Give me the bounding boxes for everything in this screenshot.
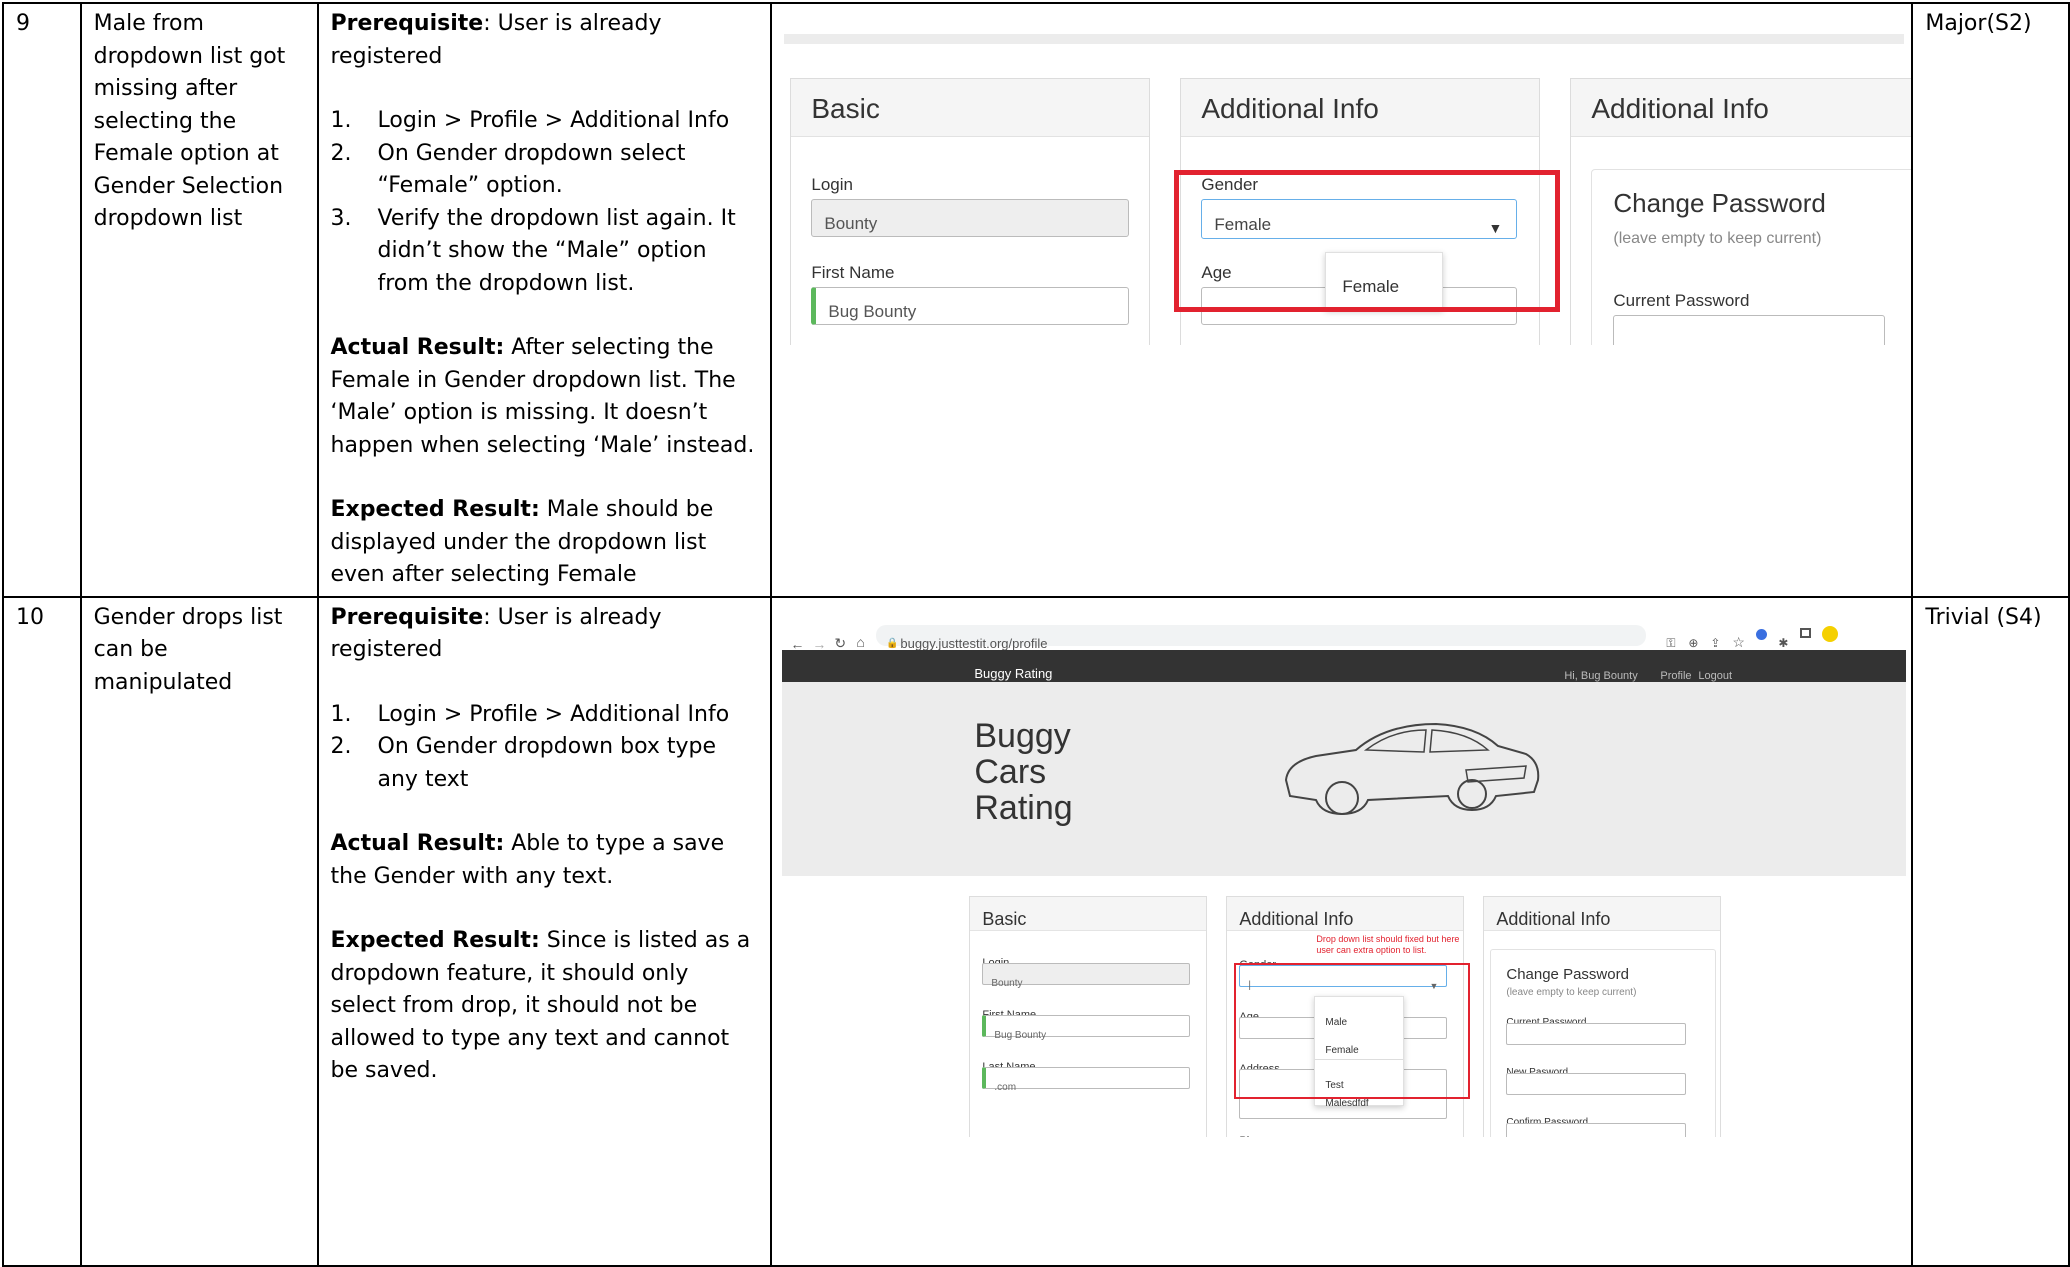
highlight-box	[1174, 170, 1561, 312]
hero-banner: Buggy Cars Rating	[782, 681, 1907, 876]
change-password-title: Change Password	[1613, 188, 1826, 218]
step-item: 1. Login > Profile > Additional Info	[330, 108, 730, 133]
bug-steps-cell: Prerequisite: User is already registered…	[316, 595, 773, 1267]
actual-result: Actual Result: Able to type a save the G…	[330, 831, 725, 889]
change-password-subtitle: (leave empty to keep current)	[1613, 230, 1822, 247]
steps-list: 1. Login > Profile > Additional Info 2. On…	[331, 105, 759, 300]
screenshot-profile-page: ← → ↻ ⌂ 🔒 buggy.justtestit.org/profile ⚿…	[773, 599, 1910, 1264]
panel-basic: Basic Login Bounty First Name Bug Bounty	[790, 78, 1151, 345]
screenshot-gender-dropdown: Basic Login Bounty First Name Bug Bounty…	[773, 5, 1911, 573]
browser-toolbar: ← → ↻ ⌂ 🔒 buggy.justtestit.org/profile ⚿…	[782, 621, 1907, 652]
screenshot-cell: Basic Login Bounty First Name Bug Bounty…	[770, 2, 1914, 598]
bug-summary: Gender drops list can be manipulated	[79, 595, 319, 1267]
annotation-note: Drop down list should fixed but here use…	[1316, 933, 1460, 955]
panel-heading: Additional Info	[1227, 896, 1464, 931]
confirm-password-input[interactable]	[1506, 1122, 1687, 1137]
panel-heading: Additional Info	[1484, 896, 1721, 931]
row-id: 10	[2, 595, 82, 1267]
lastname-input[interactable]: .com	[982, 1066, 1191, 1093]
address-bar[interactable]: 🔒 buggy.justtestit.org/profile	[876, 624, 1647, 651]
site-navbar: Buggy Rating Hi, Bug Bounty Profile Logo…	[782, 649, 1907, 682]
panel-basic: Basic Login Bounty First Name Bug Bounty…	[969, 895, 1208, 1137]
panel-additional-info-2: Additional Info Change Password (leave e…	[1570, 78, 1911, 345]
prerequisite-label: Prerequisite	[330, 11, 484, 36]
table-row: 9 Male from dropdown list got missing af…	[2, 2, 2070, 598]
expected-result: Expected Result: Male should be displaye…	[330, 497, 714, 587]
bug-report-table: 9 Male from dropdown list got missing af…	[2, 2, 2070, 1267]
extension-icon[interactable]	[1756, 628, 1768, 640]
current-password-input[interactable]	[1506, 1022, 1687, 1045]
current-password-label: Current Password	[1613, 291, 1750, 310]
prerequisite: Prerequisite: User is already registered	[331, 602, 759, 667]
highlight-box	[1234, 962, 1471, 1099]
step-item: 1. Login > Profile > Additional Info	[330, 701, 730, 727]
phone-label: Phone	[1239, 1125, 1271, 1137]
step-item: 2. On Gender dropdown select “Female” opt…	[330, 140, 686, 199]
step-item: 3. Verify the dropdown list again. It did…	[330, 205, 736, 296]
firstname-input[interactable]: Bug Bounty	[982, 1014, 1191, 1041]
current-password-input[interactable]	[1613, 315, 1886, 345]
severity: Major(S2)	[1911, 2, 2070, 598]
prerequisite-label: Prerequisite	[330, 604, 484, 630]
top-strip	[784, 34, 1905, 44]
panel-heading: Additional Info	[1571, 79, 1911, 137]
expected-result: Expected Result: Since is listed as a dr…	[330, 928, 751, 1083]
row-id: 9	[2, 2, 82, 598]
new-password-input[interactable]	[1506, 1072, 1687, 1095]
change-password-subtitle: (leave empty to keep current)	[1506, 986, 1637, 998]
panel-heading: Basic	[791, 79, 1150, 137]
actual-result: Actual Result: After selecting the Femal…	[330, 335, 755, 458]
bug-steps-cell: Prerequisite: User is already registered…	[316, 2, 773, 598]
prerequisite: Prerequisite: User is already registered	[331, 8, 759, 73]
login-input[interactable]: Bounty	[982, 962, 1191, 989]
severity: Trivial (S4)	[1911, 595, 2070, 1267]
table-row: 10 Gender drops list can be manipulated …	[2, 595, 2070, 1267]
panel-heading: Additional Info	[1181, 79, 1540, 137]
panel-additional-info-2: Additional Info Change Password (leave e…	[1483, 895, 1722, 1137]
sidebar-icon[interactable]	[1800, 627, 1812, 638]
firstname-label: First Name	[811, 263, 895, 282]
hero-title: Buggy Cars Rating	[974, 716, 1073, 827]
car-illustration-icon	[1285, 722, 1540, 815]
login-input[interactable]: Bounty	[811, 199, 1130, 237]
step-item: 2. On Gender dropdown box type any text	[330, 734, 717, 792]
screenshot-cell: ← → ↻ ⌂ 🔒 buggy.justtestit.org/profile ⚿…	[770, 595, 1914, 1267]
steps-list: 1. Login > Profile > Additional Info 2. On…	[331, 699, 759, 797]
login-label: Login	[811, 175, 853, 194]
bug-summary: Male from dropdown list got missing afte…	[79, 2, 319, 598]
panel-heading: Basic	[970, 896, 1207, 931]
firstname-input[interactable]: Bug Bounty	[811, 287, 1130, 325]
profile-avatar-icon[interactable]	[1822, 625, 1839, 642]
